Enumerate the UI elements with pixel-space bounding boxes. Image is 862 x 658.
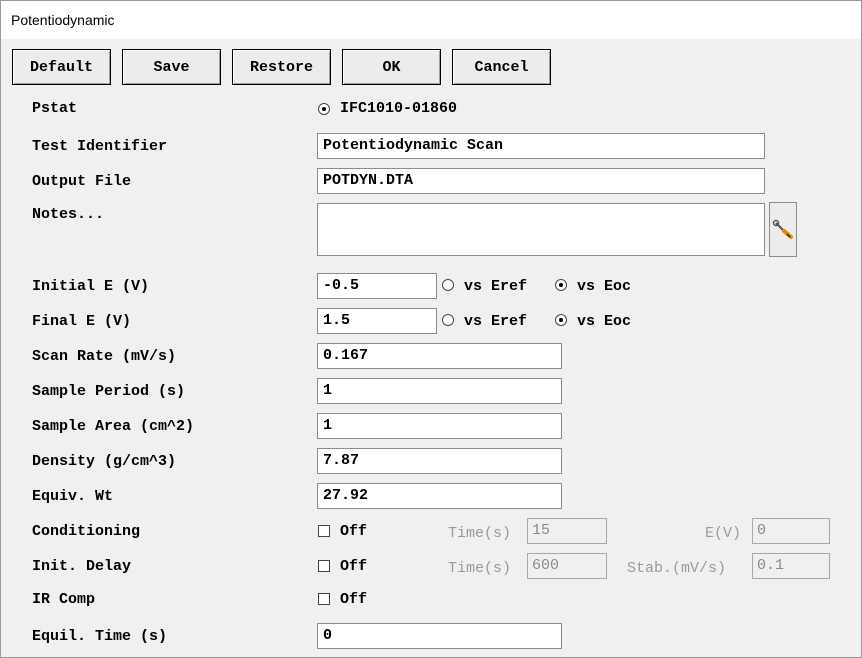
final-e-vs-eoc-radio[interactable]: [555, 314, 567, 326]
equiv-wt-label: Equiv. Wt: [32, 488, 114, 505]
sample-period-label: Sample Period (s): [32, 383, 186, 400]
ir-comp-label: IR Comp: [32, 591, 96, 608]
equiv-wt-input[interactable]: 27.92: [317, 483, 562, 509]
initial-e-vs-eref-label: vs Eref: [464, 278, 528, 295]
conditioning-label: Conditioning: [32, 523, 141, 540]
pstat-label: Pstat: [32, 100, 78, 117]
default-button[interactable]: Default: [12, 49, 111, 85]
conditioning-checkbox[interactable]: [318, 525, 330, 537]
sample-area-label: Sample Area (cm^2): [32, 418, 195, 435]
title-bar: Potentiodynamic: [1, 1, 861, 39]
ir-comp-check-label: Off: [340, 591, 368, 608]
test-identifier-input[interactable]: Potentiodynamic Scan: [317, 133, 765, 159]
scan-rate-label: Scan Rate (mV/s): [32, 348, 177, 365]
pstat-option-label: IFC1010-01860: [340, 100, 458, 117]
notes-edit-button[interactable]: [769, 202, 797, 257]
ok-button[interactable]: OK: [342, 49, 441, 85]
sample-area-input[interactable]: 1: [317, 413, 562, 439]
density-input[interactable]: 7.87: [317, 448, 562, 474]
conditioning-e-label: E(V): [705, 525, 742, 542]
init-delay-time-input[interactable]: 600: [527, 553, 607, 579]
cancel-button[interactable]: Cancel: [452, 49, 551, 85]
ir-comp-checkbox[interactable]: [318, 593, 330, 605]
conditioning-time-label: Time(s): [448, 525, 512, 542]
conditioning-e-input[interactable]: 0: [752, 518, 830, 544]
conditioning-check-label: Off: [340, 523, 368, 540]
init-delay-stab-input[interactable]: 0.1: [752, 553, 830, 579]
init-delay-check-label: Off: [340, 558, 368, 575]
output-file-input[interactable]: POTDYN.DTA: [317, 168, 765, 194]
final-e-label: Final E (V): [32, 313, 132, 330]
save-button[interactable]: Save: [122, 49, 221, 85]
initial-e-label: Initial E (V): [32, 278, 150, 295]
output-file-label: Output File: [32, 173, 132, 190]
pstat-radio[interactable]: [318, 103, 330, 115]
density-label: Density (g/cm^3): [32, 453, 177, 470]
wrench-screwdriver-icon: [772, 219, 793, 239]
equil-time-input[interactable]: 0: [317, 623, 562, 649]
test-identifier-label: Test Identifier: [32, 138, 168, 155]
init-delay-checkbox[interactable]: [318, 560, 330, 572]
initial-e-vs-eoc-radio[interactable]: [555, 279, 567, 291]
equil-time-label: Equil. Time (s): [32, 628, 168, 645]
initial-e-input[interactable]: -0.5: [317, 273, 437, 299]
init-delay-time-label: Time(s): [448, 560, 512, 577]
initial-e-vs-eref-radio[interactable]: [442, 279, 454, 291]
potentiodynamic-dialog: Potentiodynamic Default Save Restore OK …: [0, 0, 862, 658]
notes-label: Notes...: [32, 206, 105, 223]
init-delay-label: Init. Delay: [32, 558, 132, 575]
sample-period-input[interactable]: 1: [317, 378, 562, 404]
notes-textarea[interactable]: [317, 203, 765, 256]
initial-e-vs-eoc-label: vs Eoc: [577, 278, 632, 295]
scan-rate-input[interactable]: 0.167: [317, 343, 562, 369]
final-e-vs-eoc-label: vs Eoc: [577, 313, 632, 330]
init-delay-stab-label: Stab.(mV/s): [627, 560, 727, 577]
restore-button[interactable]: Restore: [232, 49, 331, 85]
conditioning-time-input[interactable]: 15: [527, 518, 607, 544]
final-e-vs-eref-label: vs Eref: [464, 313, 528, 330]
window-title: Potentiodynamic: [11, 12, 115, 28]
final-e-vs-eref-radio[interactable]: [442, 314, 454, 326]
final-e-input[interactable]: 1.5: [317, 308, 437, 334]
